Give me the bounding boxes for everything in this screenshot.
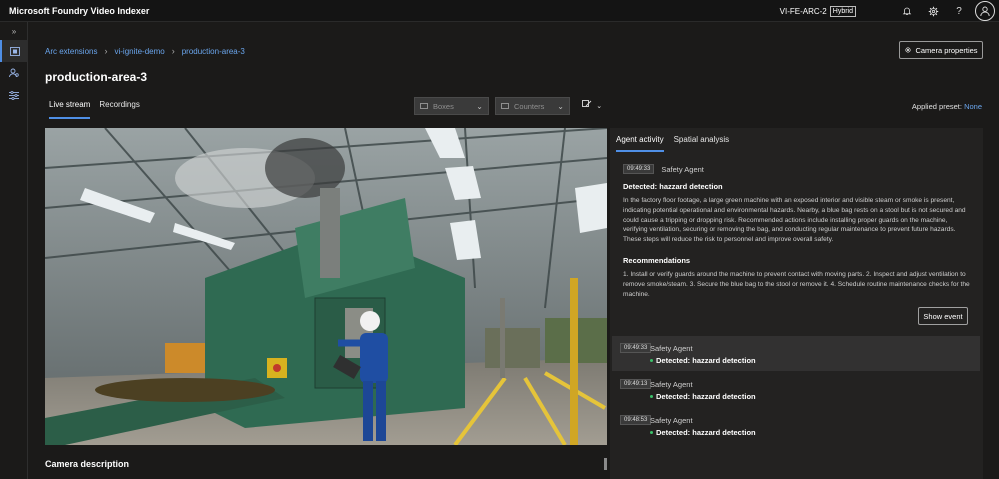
event-detection-label: Detected: hazzard detection	[656, 356, 756, 365]
applied-preset-value[interactable]: None	[964, 102, 982, 111]
event-title: Detected: hazzard detection	[623, 182, 723, 191]
left-rail: »	[0, 22, 28, 479]
help-icon[interactable]: ?	[946, 0, 972, 22]
people-icon[interactable]	[0, 62, 28, 84]
event-timestamp: 09:49:33	[620, 343, 652, 353]
bell-icon[interactable]	[894, 0, 920, 22]
event-list-item[interactable]: 09:49:33 Safety Agent Detected: hazzard …	[612, 336, 980, 371]
event-description: In the factory floor footage, a large gr…	[623, 197, 966, 244]
event-detection-label: Detected: hazzard detection	[656, 428, 756, 437]
chevron-down-icon: ⌄	[557, 101, 564, 111]
applied-preset-label: Applied preset:	[911, 102, 962, 111]
boxes-icon	[420, 103, 428, 109]
tab-spatial-analysis[interactable]: Spatial analysis	[674, 135, 730, 152]
event-timestamp: 09:49:13	[620, 379, 652, 389]
recommendations-title: Recommendations	[623, 256, 691, 265]
event-agent: Safety Agent	[650, 344, 693, 353]
live-video-player[interactable]	[45, 128, 607, 445]
camera-properties-button[interactable]: Camera properties	[899, 41, 983, 59]
tab-live-stream[interactable]: Live stream	[49, 100, 91, 119]
gear-icon[interactable]	[920, 0, 946, 22]
counters-placeholder: Counters	[514, 101, 545, 111]
recommendations-text: 1. Install or verify guards around the m…	[623, 271, 970, 298]
account-name[interactable]: VI-FE-ARC-2	[780, 7, 827, 16]
expand-icon[interactable]: »	[0, 22, 28, 40]
show-event-button[interactable]: Show event	[918, 307, 968, 325]
event-list-item[interactable]: 09:48:53 Safety Agent Detected: hazzard …	[612, 408, 980, 443]
hybrid-badge: Hybrid	[829, 5, 856, 17]
page-title: production-area-3	[45, 70, 148, 84]
boxes-placeholder: Boxes	[433, 101, 454, 111]
event-detection-label: Detected: hazzard detection	[656, 392, 756, 401]
filter-settings-icon[interactable]	[0, 84, 28, 106]
counters-icon	[501, 103, 509, 109]
view-tabs: Live stream Recordings	[49, 100, 140, 119]
panel-tabs: Agent activity Spatial analysis	[610, 128, 983, 152]
video-library-icon[interactable]	[0, 40, 28, 62]
expanded-event-card: 09:49:33 Safety Agent Detected: hazzard …	[610, 152, 983, 328]
event-list-item[interactable]: 09:49:13 Safety Agent Detected: hazzard …	[612, 372, 980, 407]
event-agent: Safety Agent	[650, 380, 693, 389]
gear-icon	[905, 47, 911, 53]
chevron-right-icon: ›	[171, 46, 175, 56]
event-detection: Detected: hazzard detection	[650, 392, 756, 401]
event-agent: Safety Agent	[661, 164, 704, 174]
top-bar: Microsoft Foundry Video Indexer VI-FE-AR…	[0, 0, 999, 22]
boxes-dropdown[interactable]: Boxes ⌄	[414, 97, 489, 115]
event-agent: Safety Agent	[650, 416, 693, 425]
counters-dropdown[interactable]: Counters ⌄	[495, 97, 570, 115]
event-header: 09:49:33 Safety Agent	[623, 164, 704, 174]
app-title: Microsoft Foundry Video Indexer	[9, 5, 150, 16]
scrollbar-handle[interactable]	[604, 458, 607, 470]
breadcrumb-production-area-3[interactable]: production-area-3	[182, 47, 245, 56]
draw-tool-button[interactable]: ⌄	[582, 100, 602, 110]
status-dot-icon	[650, 359, 653, 362]
camera-properties-label: Camera properties	[915, 45, 978, 55]
avatar-icon[interactable]	[975, 1, 995, 21]
activity-panel: Agent activity Spatial analysis 09:49:33…	[610, 128, 983, 479]
camera-description-heading: Camera description	[45, 459, 130, 469]
event-timestamp: 09:48:53	[620, 415, 652, 425]
breadcrumb-arc-extensions[interactable]: Arc extensions	[45, 47, 97, 56]
event-detection: Detected: hazzard detection	[650, 428, 756, 437]
applied-preset: Applied preset: None	[912, 102, 982, 111]
breadcrumb-vi-ignite-demo[interactable]: vi-ignite-demo	[114, 47, 164, 56]
top-bar-actions: VI-FE-ARC-2 Hybrid ?	[780, 0, 999, 22]
event-detection: Detected: hazzard detection	[650, 356, 756, 365]
chevron-down-icon: ⌄	[596, 103, 603, 110]
status-dot-icon	[650, 431, 653, 434]
tab-recordings[interactable]: Recordings	[99, 100, 139, 119]
edit-shape-icon	[582, 100, 592, 107]
tab-agent-activity[interactable]: Agent activity	[616, 135, 664, 152]
status-dot-icon	[650, 395, 653, 398]
chevron-down-icon: ⌄	[476, 101, 483, 111]
chevron-right-icon: ›	[104, 46, 108, 56]
event-timestamp: 09:49:33	[623, 164, 655, 174]
factory-scene-image	[45, 128, 607, 445]
breadcrumb: Arc extensions › vi-ignite-demo › produc…	[45, 46, 245, 56]
